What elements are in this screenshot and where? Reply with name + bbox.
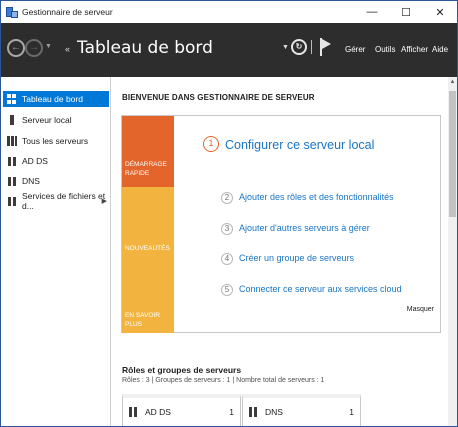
title-bar[interactable]: Gestionnaire de serveur — ☐ ✕ [1, 1, 457, 23]
learn-more-label: EN SAVOIR PLUS [125, 312, 160, 328]
add-servers-link[interactable]: Ajouter d'autres serveurs à gérer [239, 223, 370, 233]
page-title: Tableau de bord [77, 38, 213, 58]
step-1-number: 1 [203, 136, 219, 152]
menu-manage[interactable]: Gérer [345, 45, 365, 54]
role-card-name: DNS [265, 407, 283, 417]
step-number: 2 [221, 192, 233, 204]
step-number: 5 [221, 284, 233, 296]
configure-local-server-link[interactable]: Configurer ce serveur local [225, 138, 374, 152]
welcome-tile: DÉMARRAGE RAPIDE NOUVEAUTÉS EN SAVOIR PL… [121, 115, 441, 333]
sidebar-item-label: Tous les serveurs [22, 136, 89, 146]
role-icon [7, 156, 17, 166]
step-number: 3 [221, 223, 233, 235]
back-button[interactable]: ← [7, 39, 25, 57]
whats-new-tab[interactable]: NOUVEAUTÉS [122, 187, 174, 257]
role-card-name: AD DS [145, 407, 171, 417]
notifications-flag-icon[interactable] [319, 38, 331, 56]
role-card-count: 1 [349, 407, 354, 417]
window-title: Gestionnaire de serveur [22, 7, 113, 17]
role-icon [129, 407, 139, 417]
roles-summary: Rôles : 3 | Groupes de serveurs : 1 | No… [122, 377, 325, 384]
header-divider [311, 40, 312, 54]
sidebar-item-dns[interactable]: DNS [3, 173, 109, 189]
sidebar-item-label: Tableau de bord [22, 94, 83, 104]
sidebar-item-label: Services de fichiers et d... [22, 191, 106, 211]
role-icon [7, 176, 17, 186]
connect-cloud-link[interactable]: Connecter ce serveur aux services cloud [239, 284, 402, 294]
sidebar-item-dashboard[interactable]: Tableau de bord [3, 91, 109, 107]
sidebar-item-local-server[interactable]: Serveur local [3, 112, 109, 128]
hide-link[interactable]: Masquer [407, 306, 434, 313]
sidebar-item-all-servers[interactable]: Tous les serveurs [3, 133, 109, 149]
step-number: 4 [221, 253, 233, 265]
menu-view[interactable]: Afficher [401, 45, 428, 54]
quick-start-label: DÉMARRAGE RAPIDE [125, 161, 167, 177]
role-icon [249, 407, 259, 417]
whats-new-label: NOUVEAUTÉS [125, 245, 170, 252]
main-content: BIENVENUE DANS GESTIONNAIRE DE SERVEUR D… [112, 77, 448, 426]
breadcrumb-arrows-icon: ‹‹ [65, 44, 70, 54]
history-dropdown-icon[interactable]: ▼ [45, 43, 52, 50]
header-bar: ← → ▼ ‹‹ Tableau de bord ▼ ↻ Gérer Outil… [1, 23, 457, 77]
forward-button[interactable]: → [25, 39, 43, 57]
sidebar-item-file-services[interactable]: Services de fichiers et d... ▶ [3, 191, 109, 211]
dashboard-icon [7, 94, 17, 104]
learn-more-tab[interactable]: EN SAVOIR PLUS [122, 257, 174, 333]
server-manager-window: Gestionnaire de serveur — ☐ ✕ ← → ▼ ‹‹ T… [0, 0, 458, 427]
refresh-icon[interactable]: ↻ [291, 39, 307, 55]
sidebar-item-ad-ds[interactable]: AD DS [3, 153, 109, 169]
menu-help[interactable]: Aide [432, 45, 448, 54]
maximize-button[interactable]: ☐ [389, 1, 423, 23]
role-card-count: 1 [229, 407, 234, 417]
server-manager-app-icon [6, 6, 18, 18]
vertical-scrollbar[interactable]: ▲ [448, 77, 457, 426]
create-server-group-link[interactable]: Créer un groupe de serveurs [239, 253, 354, 263]
minimize-button[interactable]: — [355, 1, 389, 23]
role-icon [7, 196, 17, 206]
servers-icon [7, 136, 17, 146]
quick-start-tab[interactable]: DÉMARRAGE RAPIDE [122, 116, 174, 187]
roles-heading: Rôles et groupes de serveurs [122, 365, 242, 375]
close-button[interactable]: ✕ [423, 1, 457, 23]
server-icon [7, 115, 17, 125]
sidebar: Tableau de bord Serveur local Tous les s… [1, 77, 111, 426]
scroll-up-icon[interactable]: ▲ [448, 79, 457, 85]
scrollbar-thumb[interactable] [449, 91, 456, 217]
welcome-heading: BIENVENUE DANS GESTIONNAIRE DE SERVEUR [122, 93, 315, 102]
sidebar-item-label: DNS [22, 176, 40, 186]
window-controls: — ☐ ✕ [355, 1, 457, 23]
menu-tools[interactable]: Outils [375, 45, 395, 54]
chevron-down-icon[interactable]: ▼ [282, 44, 289, 51]
chevron-right-icon[interactable]: ▶ [102, 197, 107, 205]
sidebar-item-label: AD DS [22, 156, 48, 166]
role-card-dns[interactable]: DNS 1 [242, 394, 361, 426]
sidebar-item-label: Serveur local [22, 115, 72, 125]
add-roles-link[interactable]: Ajouter des rôles et des fonctionnalités [239, 192, 394, 202]
role-card-ad-ds[interactable]: AD DS 1 [122, 394, 241, 426]
